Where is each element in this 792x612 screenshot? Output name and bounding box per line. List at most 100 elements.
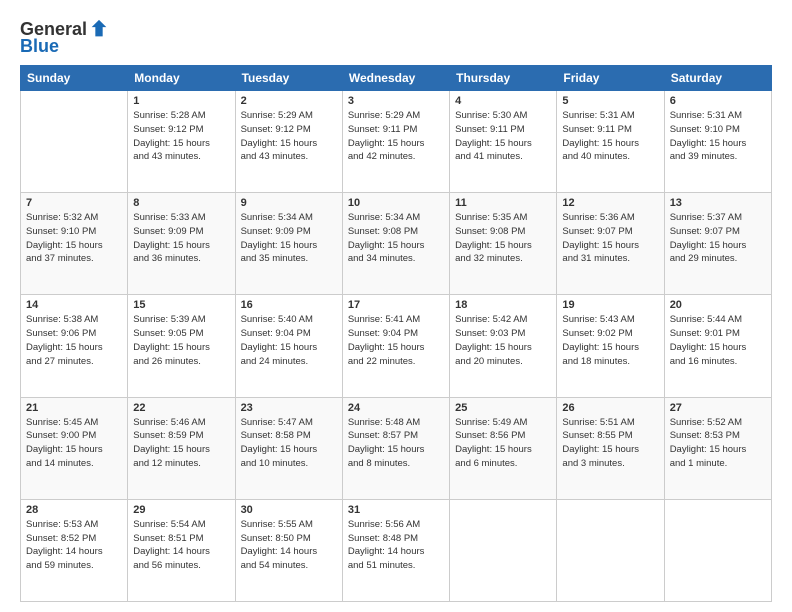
calendar-table: SundayMondayTuesdayWednesdayThursdayFrid… (20, 65, 772, 602)
day-info: Sunrise: 5:41 AM Sunset: 9:04 PM Dayligh… (348, 313, 444, 368)
day-info: Sunrise: 5:52 AM Sunset: 8:53 PM Dayligh… (670, 416, 766, 471)
day-number: 2 (241, 95, 337, 107)
day-info: Sunrise: 5:46 AM Sunset: 8:59 PM Dayligh… (133, 416, 229, 471)
day-info: Sunrise: 5:45 AM Sunset: 9:00 PM Dayligh… (26, 416, 122, 471)
day-info: Sunrise: 5:49 AM Sunset: 8:56 PM Dayligh… (455, 416, 551, 471)
day-info: Sunrise: 5:37 AM Sunset: 9:07 PM Dayligh… (670, 211, 766, 266)
calendar-cell: 19Sunrise: 5:43 AM Sunset: 9:02 PM Dayli… (557, 295, 664, 397)
day-info: Sunrise: 5:36 AM Sunset: 9:07 PM Dayligh… (562, 211, 658, 266)
logo-blue-line: Blue (20, 36, 59, 57)
day-number: 15 (133, 299, 229, 311)
calendar-week-row: 21 Sunrise: 5:45 AM Sunset: 9:00 PM Dayli… (21, 397, 772, 499)
calendar-cell: 8 Sunrise: 5:33 AM Sunset: 9:09 PM Daylig… (128, 193, 235, 295)
day-info: Sunrise: 5:28 AM Sunset: 9:12 PM Dayligh… (133, 109, 229, 164)
col-header-sunday: Sunday (21, 66, 128, 91)
day-info: Sunrise: 5:31 AM Sunset: 9:11 PM Dayligh… (562, 109, 658, 164)
calendar-cell: 10Sunrise: 5:34 AM Sunset: 9:08 PM Dayli… (342, 193, 449, 295)
calendar-cell: 1 Sunrise: 5:28 AM Sunset: 9:12 PM Daylig… (128, 91, 235, 193)
calendar-cell: 25 Sunrise: 5:49 AM Sunset: 8:56 PM Dayli… (450, 397, 557, 499)
calendar-cell (450, 499, 557, 601)
calendar-cell: 4Sunrise: 5:30 AM Sunset: 9:11 PM Daylig… (450, 91, 557, 193)
calendar-cell: 30 Sunrise: 5:55 AM Sunset: 8:50 PM Dayli… (235, 499, 342, 601)
day-info: Sunrise: 5:39 AM Sunset: 9:05 PM Dayligh… (133, 313, 229, 368)
day-info: Sunrise: 5:40 AM Sunset: 9:04 PM Dayligh… (241, 313, 337, 368)
day-number: 6 (670, 95, 766, 107)
calendar-cell: 21 Sunrise: 5:45 AM Sunset: 9:00 PM Dayli… (21, 397, 128, 499)
col-header-saturday: Saturday (664, 66, 771, 91)
day-number: 29 (133, 504, 229, 516)
calendar-cell: 11Sunrise: 5:35 AM Sunset: 9:08 PM Dayli… (450, 193, 557, 295)
calendar-cell: 12 Sunrise: 5:36 AM Sunset: 9:07 PM Dayli… (557, 193, 664, 295)
col-header-thursday: Thursday (450, 66, 557, 91)
day-number: 21 (26, 402, 122, 414)
col-header-friday: Friday (557, 66, 664, 91)
day-number: 8 (133, 197, 229, 209)
col-header-wednesday: Wednesday (342, 66, 449, 91)
col-header-tuesday: Tuesday (235, 66, 342, 91)
calendar-cell: 23Sunrise: 5:47 AM Sunset: 8:58 PM Dayli… (235, 397, 342, 499)
day-info: Sunrise: 5:53 AM Sunset: 8:52 PM Dayligh… (26, 518, 122, 573)
day-info: Sunrise: 5:35 AM Sunset: 9:08 PM Dayligh… (455, 211, 551, 266)
calendar-cell: 31Sunrise: 5:56 AM Sunset: 8:48 PM Dayli… (342, 499, 449, 601)
day-info: Sunrise: 5:33 AM Sunset: 9:09 PM Dayligh… (133, 211, 229, 266)
day-number: 26 (562, 402, 658, 414)
day-number: 12 (562, 197, 658, 209)
calendar-cell: 14 Sunrise: 5:38 AM Sunset: 9:06 PM Dayli… (21, 295, 128, 397)
page: General Blue SundayMondayTuesdayWednesda… (0, 0, 792, 612)
calendar-cell: 27 Sunrise: 5:52 AM Sunset: 8:53 PM Dayli… (664, 397, 771, 499)
calendar-cell: 7Sunrise: 5:32 AM Sunset: 9:10 PM Daylig… (21, 193, 128, 295)
day-number: 16 (241, 299, 337, 311)
calendar-week-row: 7Sunrise: 5:32 AM Sunset: 9:10 PM Daylig… (21, 193, 772, 295)
day-number: 10 (348, 197, 444, 209)
calendar-cell: 6Sunrise: 5:31 AM Sunset: 9:10 PM Daylig… (664, 91, 771, 193)
calendar-cell: 15 Sunrise: 5:39 AM Sunset: 9:05 PM Dayli… (128, 295, 235, 397)
day-number: 23 (241, 402, 337, 414)
day-number: 5 (562, 95, 658, 107)
day-number: 1 (133, 95, 229, 107)
day-info: Sunrise: 5:56 AM Sunset: 8:48 PM Dayligh… (348, 518, 444, 573)
day-info: Sunrise: 5:43 AM Sunset: 9:02 PM Dayligh… (562, 313, 658, 368)
calendar-cell: 2 Sunrise: 5:29 AM Sunset: 9:12 PM Daylig… (235, 91, 342, 193)
logo-icon (88, 18, 110, 40)
header: General Blue (20, 18, 772, 57)
day-info: Sunrise: 5:51 AM Sunset: 8:55 PM Dayligh… (562, 416, 658, 471)
calendar-cell: 24 Sunrise: 5:48 AM Sunset: 8:57 PM Dayli… (342, 397, 449, 499)
day-number: 27 (670, 402, 766, 414)
calendar-cell: 29Sunrise: 5:54 AM Sunset: 8:51 PM Dayli… (128, 499, 235, 601)
day-info: Sunrise: 5:38 AM Sunset: 9:06 PM Dayligh… (26, 313, 122, 368)
day-number: 28 (26, 504, 122, 516)
calendar-week-row: 14 Sunrise: 5:38 AM Sunset: 9:06 PM Dayli… (21, 295, 772, 397)
day-info: Sunrise: 5:48 AM Sunset: 8:57 PM Dayligh… (348, 416, 444, 471)
day-number: 13 (670, 197, 766, 209)
day-info: Sunrise: 5:42 AM Sunset: 9:03 PM Dayligh… (455, 313, 551, 368)
day-number: 14 (26, 299, 122, 311)
calendar-cell (557, 499, 664, 601)
logo-blue: Blue (20, 36, 59, 56)
calendar-cell: 22 Sunrise: 5:46 AM Sunset: 8:59 PM Dayli… (128, 397, 235, 499)
day-info: Sunrise: 5:29 AM Sunset: 9:12 PM Dayligh… (241, 109, 337, 164)
day-number: 24 (348, 402, 444, 414)
day-info: Sunrise: 5:32 AM Sunset: 9:10 PM Dayligh… (26, 211, 122, 266)
calendar-cell: 9Sunrise: 5:34 AM Sunset: 9:09 PM Daylig… (235, 193, 342, 295)
day-number: 17 (348, 299, 444, 311)
logo: General Blue (20, 18, 111, 57)
day-number: 22 (133, 402, 229, 414)
day-number: 4 (455, 95, 551, 107)
calendar-cell: 28 Sunrise: 5:53 AM Sunset: 8:52 PM Dayli… (21, 499, 128, 601)
calendar-cell: 18 Sunrise: 5:42 AM Sunset: 9:03 PM Dayli… (450, 295, 557, 397)
col-header-monday: Monday (128, 66, 235, 91)
calendar-cell (21, 91, 128, 193)
day-number: 9 (241, 197, 337, 209)
day-number: 25 (455, 402, 551, 414)
day-number: 3 (348, 95, 444, 107)
calendar-cell: 5 Sunrise: 5:31 AM Sunset: 9:11 PM Daylig… (557, 91, 664, 193)
calendar-cell: 20Sunrise: 5:44 AM Sunset: 9:01 PM Dayli… (664, 295, 771, 397)
calendar-cell (664, 499, 771, 601)
day-number: 30 (241, 504, 337, 516)
calendar-header-row: SundayMondayTuesdayWednesdayThursdayFrid… (21, 66, 772, 91)
day-number: 18 (455, 299, 551, 311)
calendar-cell: 26 Sunrise: 5:51 AM Sunset: 8:55 PM Dayli… (557, 397, 664, 499)
calendar-cell: 16 Sunrise: 5:40 AM Sunset: 9:04 PM Dayli… (235, 295, 342, 397)
day-info: Sunrise: 5:55 AM Sunset: 8:50 PM Dayligh… (241, 518, 337, 573)
day-number: 20 (670, 299, 766, 311)
